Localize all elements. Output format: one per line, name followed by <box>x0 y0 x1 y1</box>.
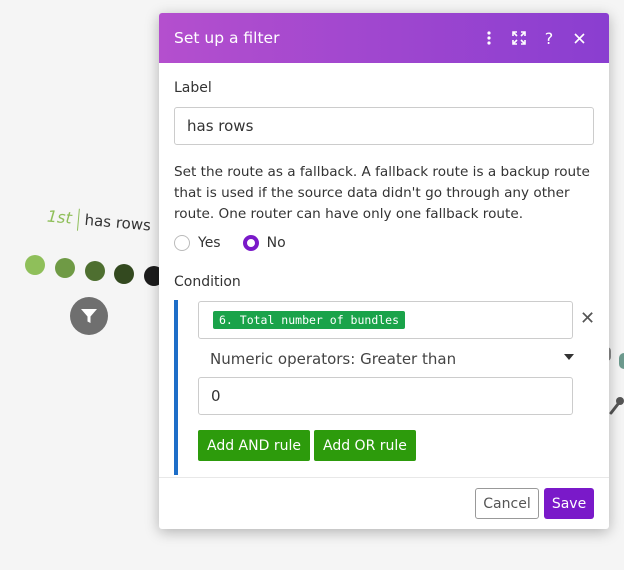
remove-condition-icon[interactable]: ✕ <box>580 308 595 329</box>
close-icon[interactable] <box>564 23 594 53</box>
add-or-rule-button[interactable]: Add OR rule <box>314 430 416 461</box>
add-and-rule-button[interactable]: Add AND rule <box>198 430 310 461</box>
condition-group: 6. Total number of bundles ✕ Numeric ope… <box>174 300 595 475</box>
label-heading: Label <box>174 80 212 96</box>
more-vertical-icon[interactable] <box>474 23 504 53</box>
save-button[interactable]: Save <box>544 488 594 519</box>
filter-node[interactable] <box>70 297 108 335</box>
radio-no-label: No <box>266 235 286 251</box>
fallback-no-option[interactable]: No <box>242 235 286 251</box>
dialog-header: Set up a filter ? <box>159 13 609 63</box>
wrench-icon[interactable] <box>608 395 624 415</box>
footer-divider <box>159 477 609 478</box>
expand-icon[interactable] <box>504 23 534 53</box>
radio-yes[interactable] <box>174 235 190 251</box>
condition-field-input[interactable]: 6. Total number of bundles <box>198 301 573 339</box>
help-icon[interactable]: ? <box>534 23 564 53</box>
filter-dialog: Set up a filter ? Label has rows Set the… <box>159 13 609 529</box>
module-connector-dot <box>619 353 624 369</box>
radio-no[interactable] <box>242 235 259 251</box>
route-dot <box>25 255 45 275</box>
route-order: 1st <box>46 206 73 228</box>
fallback-help-text: Set the route as a fallback. A fallback … <box>174 164 590 222</box>
field-pill[interactable]: 6. Total number of bundles <box>213 311 406 329</box>
route-dot <box>85 261 105 281</box>
route-dot <box>55 258 75 278</box>
condition-heading: Condition <box>174 274 241 290</box>
label-input[interactable]: has rows <box>174 107 594 145</box>
radio-yes-label: Yes <box>198 235 221 251</box>
route-dot <box>114 264 134 284</box>
dialog-title: Set up a filter <box>174 29 280 47</box>
route-label-separator <box>76 208 80 231</box>
condition-value-input[interactable]: 0 <box>198 377 573 415</box>
cancel-button[interactable]: Cancel <box>475 488 539 519</box>
fallback-radio-group: Yes No <box>174 235 308 251</box>
filter-icon <box>81 309 97 323</box>
fallback-yes-option[interactable]: Yes <box>174 235 221 251</box>
route-label[interactable]: 1st has rows <box>46 206 152 237</box>
route-name: has rows <box>83 210 152 235</box>
caret-down-icon <box>564 354 574 360</box>
operator-select[interactable]: Numeric operators: Greater than <box>210 348 574 370</box>
operator-value: Numeric operators: Greater than <box>210 350 457 368</box>
